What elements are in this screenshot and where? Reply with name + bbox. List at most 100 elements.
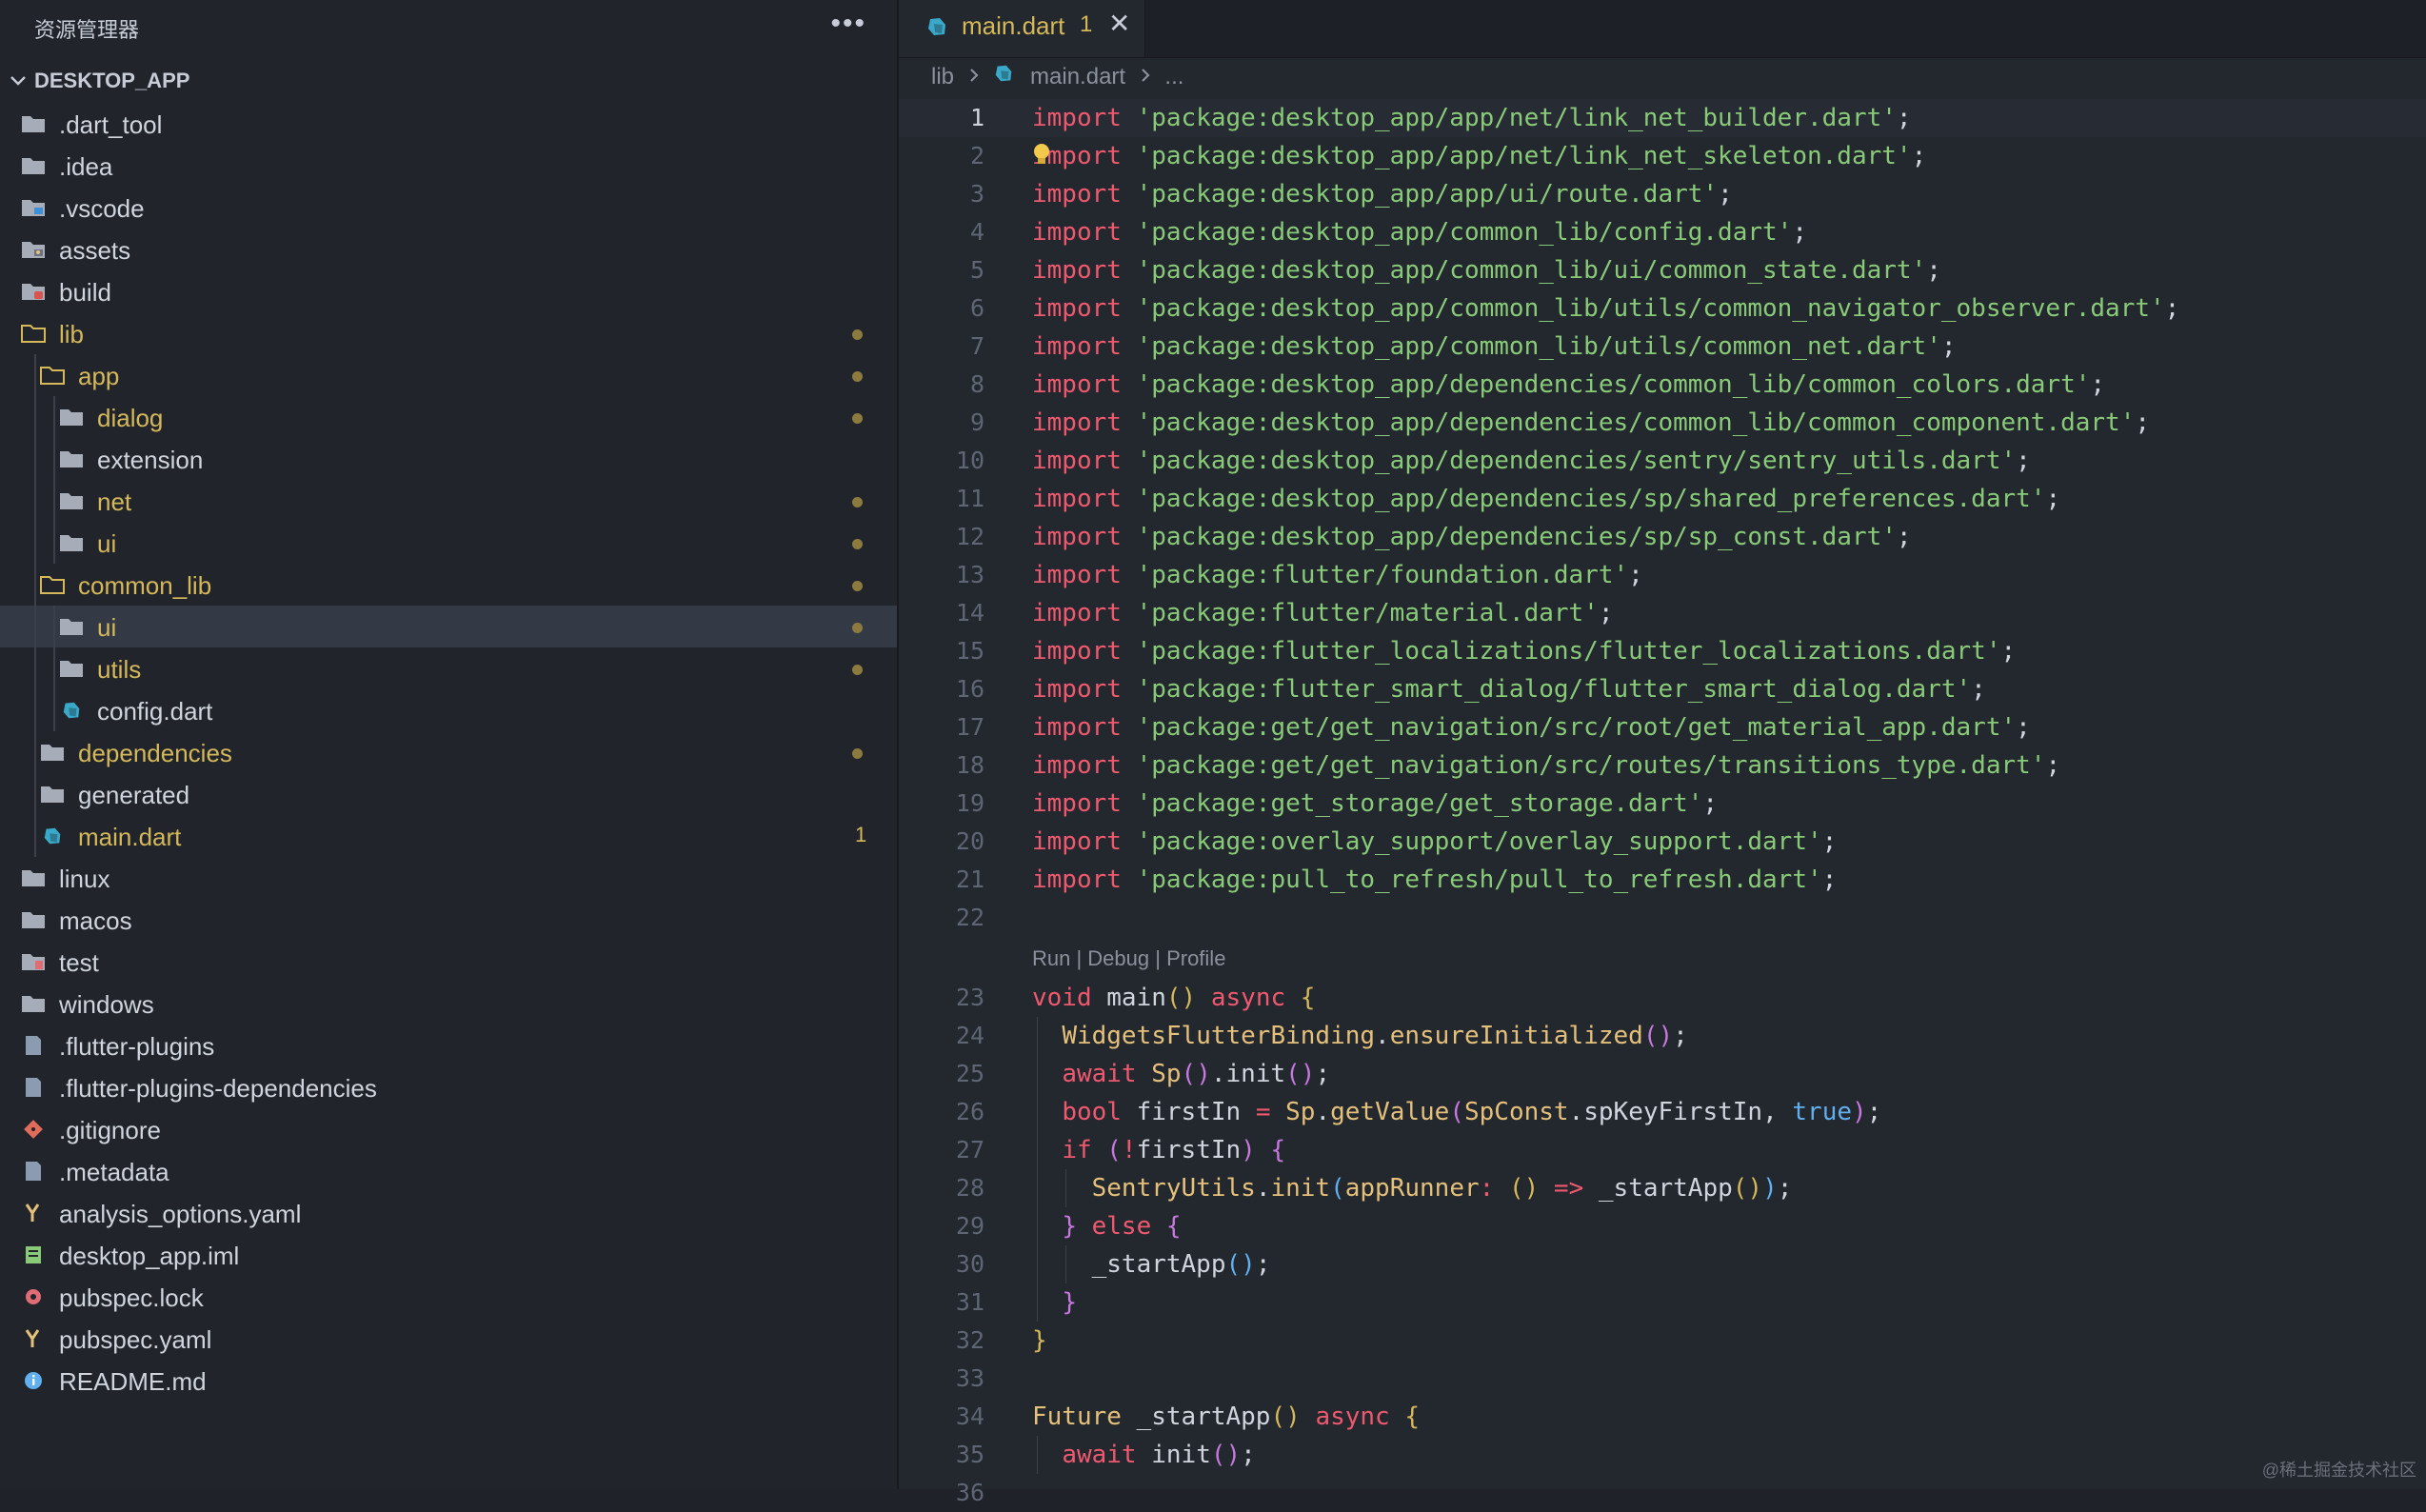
tree-item[interactable]: dependencies: [0, 731, 897, 773]
workspace-root[interactable]: DESKTOP_APP: [0, 63, 897, 103]
tree-item[interactable]: net: [0, 480, 897, 522]
code-line[interactable]: 15 import 'package:flutter_localizations/…: [899, 632, 2426, 670]
tree-item[interactable]: app: [0, 354, 897, 396]
code-line[interactable]: 3 import 'package:desktop_app/app/ui/rout…: [899, 175, 2426, 213]
code-line[interactable]: 30 _startApp();: [899, 1245, 2426, 1283]
tree-item[interactable]: .metadata: [0, 1150, 897, 1192]
code-token: !: [1121, 1136, 1137, 1164]
code-line[interactable]: 33: [899, 1360, 2426, 1398]
code-text: await Sp().init();: [1032, 1055, 1330, 1093]
code-line[interactable]: 13 import 'package:flutter/foundation.dar…: [899, 556, 2426, 594]
code-line[interactable]: 24 WidgetsFlutterBinding.ensureInitializ…: [899, 1017, 2426, 1055]
tree-item[interactable]: .dart_tool: [0, 103, 897, 145]
code-token: }: [1032, 1326, 1047, 1355]
build-folder-icon: [21, 281, 46, 302]
tree-item[interactable]: .idea: [0, 145, 897, 187]
code-line[interactable]: 8 import 'package:desktop_app/dependencie…: [899, 366, 2426, 404]
tree-item[interactable]: build: [0, 270, 897, 312]
tree-item[interactable]: assets: [0, 229, 897, 270]
code-line[interactable]: 14 import 'package:flutter/material.dart'…: [899, 594, 2426, 632]
breadcrumb-main-dart[interactable]: main.dart: [1030, 64, 1125, 90]
tab-main-dart[interactable]: main.dart 1 ✕: [899, 0, 1145, 57]
tree-item[interactable]: common_lib: [0, 564, 897, 606]
code-token: import: [1032, 789, 1137, 818]
code-token: import: [1032, 561, 1137, 589]
code-line[interactable]: 29 } else {: [899, 1207, 2426, 1245]
tree-item[interactable]: pubspec.lock: [0, 1276, 897, 1318]
code-line[interactable]: 32}: [899, 1322, 2426, 1360]
code-lens[interactable]: Run | Debug | Profile: [899, 937, 2426, 979]
tree-item[interactable]: analysis_options.yaml: [0, 1192, 897, 1234]
close-tab-button[interactable]: ✕: [1108, 8, 1130, 39]
tree-item[interactable]: test: [0, 941, 897, 983]
lightbulb-icon[interactable]: [1033, 141, 1050, 166]
code-line[interactable]: 27 if (!firstIn) {: [899, 1131, 2426, 1169]
tree-item[interactable]: desktop_app.iml: [0, 1234, 897, 1276]
tree-item[interactable]: linux: [0, 857, 897, 899]
tree-item[interactable]: generated: [0, 773, 897, 815]
code-line[interactable]: 19 import 'package:get_storage/get_storag…: [899, 785, 2426, 823]
code-line[interactable]: 17 import 'package:get/get_navigation/src…: [899, 708, 2426, 746]
tree-item[interactable]: extension: [0, 438, 897, 480]
tree-item[interactable]: .vscode: [0, 187, 897, 229]
code-line[interactable]: 5 import 'package:desktop_app/common_lib/…: [899, 251, 2426, 289]
code-line[interactable]: 34 Future _startApp() async {: [899, 1398, 2426, 1436]
tree-item[interactable]: main.dart 1: [0, 815, 897, 857]
code-area[interactable]: 1 import 'package:desktop_app/app/net/lin…: [899, 99, 2426, 1512]
code-token: ;: [1926, 256, 1941, 285]
code-line[interactable]: 6 import 'package:desktop_app/common_lib/…: [899, 289, 2426, 328]
indent-guide: [53, 647, 55, 689]
code-line[interactable]: 36: [899, 1474, 2426, 1512]
code-line[interactable]: 7 import 'package:desktop_app/common_lib/…: [899, 328, 2426, 366]
code-line[interactable]: 23 void main() async {: [899, 979, 2426, 1017]
code-line[interactable]: 26 bool firstIn = Sp.getValue(SpConst.sp…: [899, 1093, 2426, 1131]
code-line[interactable]: 20 import 'package:overlay_support/overla…: [899, 823, 2426, 861]
tree-item[interactable]: ui: [0, 606, 897, 647]
folder-icon: [21, 113, 46, 134]
code-line[interactable]: 9 import 'package:desktop_app/dependencie…: [899, 404, 2426, 442]
code-line[interactable]: 35 await init();: [899, 1436, 2426, 1474]
tree-item[interactable]: macos: [0, 899, 897, 941]
code-text: }: [1032, 1322, 1047, 1360]
code-line[interactable]: 25 await Sp().init();: [899, 1055, 2426, 1093]
code-line[interactable]: 1 import 'package:desktop_app/app/net/lin…: [899, 99, 2426, 137]
code-line[interactable]: 10 import 'package:desktop_app/dependenci…: [899, 442, 2426, 480]
tree-item[interactable]: dialog: [0, 396, 897, 438]
tree-item[interactable]: config.dart: [0, 689, 897, 731]
tree-item[interactable]: .gitignore: [0, 1108, 897, 1150]
tree-item[interactable]: README.md: [0, 1360, 897, 1402]
code-token: 'package:flutter_localizations/flutter_l…: [1136, 637, 2001, 666]
tree-item[interactable]: lib: [0, 312, 897, 354]
line-number: 7: [969, 332, 984, 360]
tree-item[interactable]: utils: [0, 647, 897, 689]
line-number: 12: [955, 523, 984, 550]
code-line[interactable]: 16 import 'package:flutter_smart_dialog/f…: [899, 670, 2426, 708]
tree-item[interactable]: .flutter-plugins: [0, 1025, 897, 1066]
indent-guide: [34, 815, 36, 857]
breadcrumb-symbols[interactable]: ...: [1164, 64, 1183, 90]
tree-item[interactable]: .flutter-plugins-dependencies: [0, 1066, 897, 1108]
code-line[interactable]: 11 import 'package:desktop_app/dependenci…: [899, 480, 2426, 518]
tree-item[interactable]: pubspec.yaml: [0, 1318, 897, 1360]
code-line[interactable]: 21 import 'package:pull_to_refresh/pull_t…: [899, 861, 2426, 899]
tree-item-label: desktop_app.iml: [59, 1242, 240, 1270]
chevron-down-icon: [10, 76, 26, 86]
tree-item[interactable]: windows: [0, 983, 897, 1025]
code-line[interactable]: 2 import 'package:desktop_app/app/net/lin…: [899, 137, 2426, 175]
code-line[interactable]: 12 import 'package:desktop_app/dependenci…: [899, 518, 2426, 556]
tab-bar: main.dart 1 ✕: [899, 0, 2426, 58]
code-line[interactable]: 31 }: [899, 1283, 2426, 1322]
tree-item[interactable]: ui: [0, 522, 897, 564]
code-text: void main() async {: [1032, 979, 1315, 1017]
code-line[interactable]: 18 import 'package:get/get_navigation/src…: [899, 746, 2426, 785]
code-line[interactable]: 4 import 'package:desktop_app/common_lib/…: [899, 213, 2426, 251]
code-token: 'package:desktop_app/app/net/link_net_bu…: [1136, 104, 1897, 132]
code-lens-label[interactable]: Run | Debug | Profile: [1032, 946, 1225, 971]
code-line[interactable]: 28 SentryUtils.init(appRunner: () => _st…: [899, 1169, 2426, 1207]
code-line[interactable]: 22: [899, 899, 2426, 937]
code-token: ;: [1821, 865, 1838, 894]
more-actions-button[interactable]: •••: [830, 8, 866, 40]
breadcrumb-lib[interactable]: lib: [931, 64, 954, 90]
